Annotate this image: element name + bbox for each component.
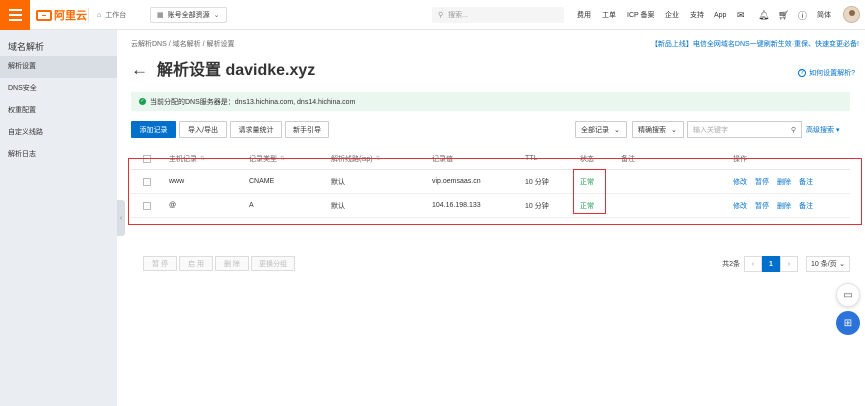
keyword-input[interactable]: 输入关键字 ⚲ (687, 121, 802, 138)
bell-icon[interactable]: 🔔︎ (758, 7, 769, 23)
chevron-down-icon: ⌄ (671, 126, 677, 134)
resource-icon: ▦ (157, 12, 164, 19)
resource-selector[interactable]: ▦ 账号全部资源 ⌄ (150, 7, 227, 23)
advanced-search-link[interactable]: 高级搜索 ▾ (806, 125, 839, 135)
check-circle-icon: ✓ (139, 98, 146, 105)
next-page-button[interactable]: › (780, 256, 798, 272)
breadcrumb: 云解析DNS / 域名解析 / 解析设置 (131, 41, 235, 48)
top-bar: 阿里云 ⌂ 工作台 ▦ 账号全部资源 ⌄ ⚲ 搜索... 费用 工单 ICP 备… (0, 0, 865, 30)
page-number[interactable]: 1 (762, 256, 780, 272)
batch-enable-button[interactable]: 启 用 (179, 256, 213, 271)
highlight-box-status (573, 169, 606, 214)
change-group-button[interactable]: 更换分组 (251, 256, 295, 271)
guide-button[interactable]: 新手引导 (285, 121, 329, 138)
sidebar: 域名解析 解析设置 DNS安全 权重配置 自定义线路 解析日志 (0, 30, 117, 406)
sidebar-item-weights[interactable]: 权重配置 (0, 100, 117, 122)
page-title: 解析设置 davidke.xyz (157, 62, 316, 79)
help-link[interactable]: ? 如何设置解析? (798, 68, 855, 78)
breadcrumb-domain-resolve[interactable]: 域名解析 (173, 41, 201, 48)
alert-text: 当前分配的DNS服务器是：dns13.hichina.com, dns14.hi… (150, 98, 356, 106)
cart-icon[interactable]: 🛒︎ (778, 7, 789, 23)
nav-app[interactable]: App (714, 7, 726, 23)
pagination: 共2条 ‹ 1 › 10 条/页 ⌄ (722, 256, 850, 272)
logo-text: 阿里云 (54, 10, 87, 22)
search-placeholder: 搜索... (448, 12, 468, 19)
batch-pause-button[interactable]: 暂 停 (143, 256, 177, 271)
message-icon[interactable]: ✉ (737, 7, 745, 23)
import-export-button[interactable]: 导入/导出 (179, 121, 227, 138)
record-filter-select[interactable]: 全部记录 ⌄ (575, 121, 627, 138)
menu-icon[interactable] (0, 0, 30, 30)
nav-icp[interactable]: ICP 备案 (627, 7, 655, 23)
back-arrow-icon[interactable]: ← (131, 61, 148, 79)
workbench-label: 工作台 (105, 12, 127, 19)
breadcrumb-current: 解析设置 (206, 41, 235, 48)
promo-notice-link[interactable]: 【新品上线】电信全网域名DNS一键刷新生效·重保、快速变更必备! (651, 39, 859, 49)
batch-delete-button[interactable]: 删 除 (215, 256, 249, 271)
workbench-button[interactable]: ⌂ 工作台 (97, 7, 126, 23)
resource-label: 账号全部资源 (167, 12, 210, 19)
language-switch[interactable]: 简体 (817, 7, 831, 23)
breadcrumb-dns[interactable]: 云解析DNS (131, 41, 167, 48)
request-stats-button[interactable]: 请求量统计 (230, 121, 282, 138)
sidebar-item-custom-lines[interactable]: 自定义线路 (0, 122, 117, 144)
chevron-down-icon: ⌄ (839, 261, 845, 268)
aliyun-logo-icon (36, 9, 52, 21)
nav-enterprise[interactable]: 企业 (665, 7, 679, 23)
table-footer: 暂 停 启 用 删 除 更换分组 共2条 ‹ 1 › 10 条/页 ⌄ (131, 256, 850, 272)
nav-tickets[interactable]: 工单 (602, 7, 616, 23)
dns-server-alert: ✓ 当前分配的DNS服务器是：dns13.hichina.com, dns14.… (131, 92, 850, 111)
search-icon: ⚲ (438, 12, 444, 19)
sidebar-item-logs[interactable]: 解析日志 (0, 144, 117, 166)
search-input[interactable]: ⚲ 搜索... (432, 7, 564, 23)
nav-fees[interactable]: 费用 (577, 7, 591, 23)
chevron-down-icon: ⌄ (614, 126, 620, 134)
sidebar-item-dns-security[interactable]: DNS安全 (0, 78, 117, 100)
caret-down-icon: ▾ (835, 127, 840, 134)
logo[interactable]: 阿里云 (36, 8, 87, 22)
total-count: 共2条 (722, 261, 740, 268)
highlight-box-records (128, 158, 862, 225)
chevron-down-icon: ⌄ (213, 12, 220, 19)
avatar[interactable] (843, 6, 860, 23)
divider (88, 8, 89, 22)
prev-page-button[interactable]: ‹ (744, 256, 762, 272)
search-icon: ⚲ (790, 126, 796, 134)
apps-grid-icon[interactable]: ⊞ (836, 311, 860, 335)
sidebar-title: 域名解析 (8, 42, 45, 52)
chat-icon[interactable]: ▭ (836, 283, 860, 307)
nav-support[interactable]: 支持 (690, 7, 704, 23)
add-record-button[interactable]: 添加记录 (131, 121, 176, 138)
help-icon[interactable]: ⓘ (798, 7, 807, 23)
question-icon: ? (798, 69, 807, 77)
search-mode-select[interactable]: 精确搜索 ⌄ (632, 121, 684, 138)
home-icon: ⌂ (97, 11, 102, 19)
sidebar-item-dns-settings[interactable]: 解析设置 (0, 56, 117, 78)
page-size-select[interactable]: 10 条/页 ⌄ (806, 256, 850, 272)
